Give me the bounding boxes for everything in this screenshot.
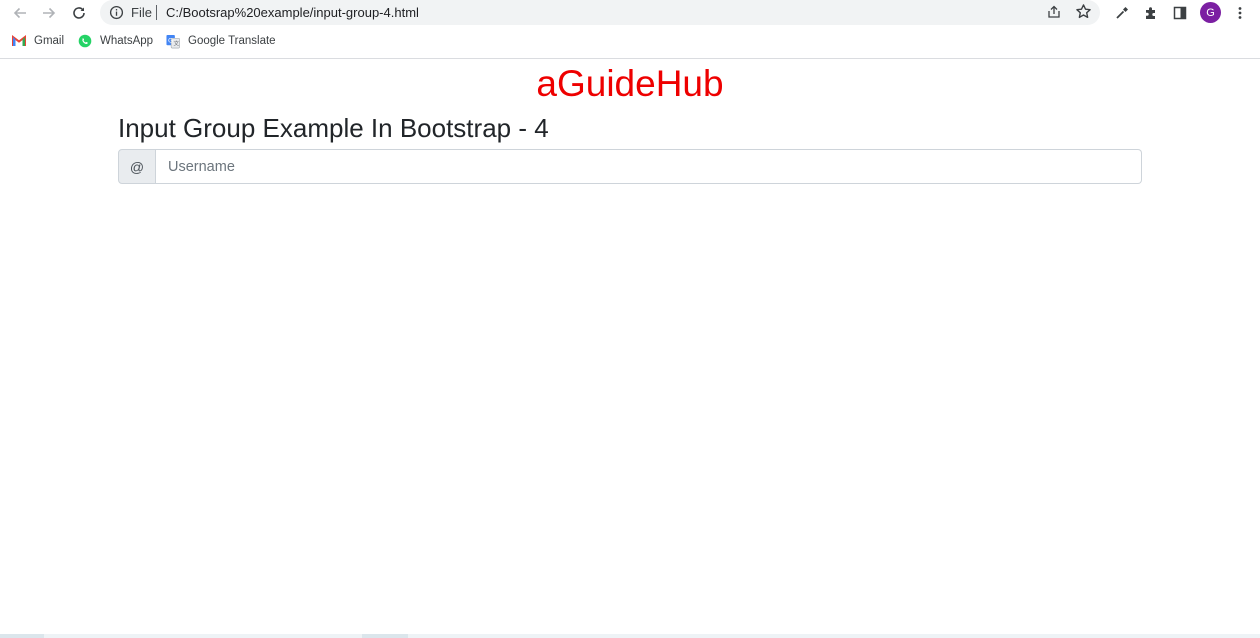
back-arrow-icon (13, 7, 26, 19)
browser-toolbar: File C:/Bootsrap%20example/input-group-4… (0, 0, 1260, 26)
reload-icon (73, 7, 85, 19)
side-panel-icon (1173, 6, 1187, 20)
bookmark-whatsapp[interactable]: WhatsApp (78, 34, 153, 48)
avatar-letter: G (1206, 6, 1215, 19)
side-panel-button[interactable] (1170, 3, 1190, 23)
whatsapp-icon (78, 34, 92, 48)
star-icon[interactable] (1075, 3, 1092, 20)
address-bar[interactable]: File C:/Bootsrap%20example/input-group-4… (100, 0, 1100, 25)
bookmark-google-translate[interactable]: G 文 Google Translate (166, 34, 276, 48)
reload-button[interactable] (68, 2, 90, 24)
eyedropper-icon (1116, 7, 1128, 19)
username-input-group: @ (118, 149, 1142, 184)
back-button[interactable] (9, 2, 31, 24)
bookmark-gmail[interactable]: Gmail (12, 34, 64, 48)
page-title: Input Group Example In Bootstrap - 4 (118, 113, 549, 143)
gmail-icon (12, 34, 26, 48)
address-divider (156, 5, 157, 20)
forward-button[interactable] (38, 2, 60, 24)
url-text[interactable]: C:/Bootsrap%20example/input-group-4.html (166, 5, 419, 20)
username-input[interactable] (156, 149, 1142, 184)
kebab-menu-icon (1238, 7, 1242, 19)
info-icon[interactable] (109, 5, 124, 20)
google-translate-icon: G 文 (166, 34, 180, 48)
bookmarks-bar: Gmail WhatsApp G 文 Google Translate (0, 26, 1260, 59)
bookmark-label: WhatsApp (100, 35, 154, 47)
page-content: aGuideHub Input Group Example In Bootstr… (0, 59, 1260, 638)
extensions-button[interactable] (1141, 3, 1161, 23)
site-info-label: File (131, 5, 152, 20)
extensions-puzzle-icon (1146, 7, 1155, 19)
profile-avatar[interactable]: G (1200, 2, 1221, 23)
bookmark-label: Google Translate (188, 35, 276, 47)
taskbar-segment (408, 634, 1260, 638)
share-icon[interactable] (1046, 4, 1062, 20)
svg-text:文: 文 (173, 39, 179, 47)
forward-arrow-icon (43, 7, 56, 19)
eyedropper-button[interactable] (1112, 3, 1132, 23)
browser-menu-button[interactable] (1230, 3, 1250, 23)
taskbar-segment (44, 634, 362, 638)
at-symbol-addon: @ (118, 149, 156, 184)
svg-text:G: G (168, 36, 173, 44)
taskbar-edge (0, 634, 1260, 638)
brand-title: aGuideHub (536, 63, 724, 104)
bookmark-label: Gmail (34, 35, 65, 47)
